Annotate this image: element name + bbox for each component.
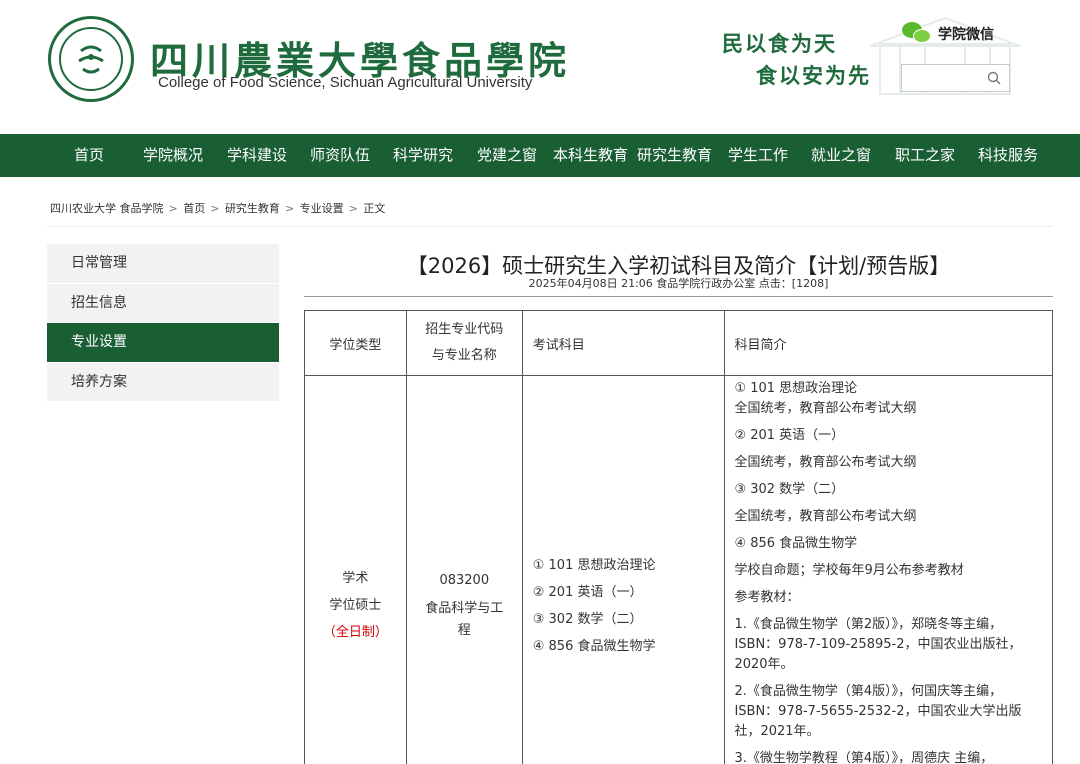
degree-type-cell: 学术 学位硕士 （全日制） bbox=[304, 375, 407, 764]
breadcrumb-separator: > bbox=[284, 202, 295, 215]
header-major-line1: 招生专业代码 bbox=[425, 322, 504, 337]
exam-subject-item: ② 201 英语（一） bbox=[532, 584, 643, 600]
header-major: 招生专业代码 与专业名称 bbox=[405, 310, 523, 376]
table-header-row: 学位类型 招生专业代码 与专业名称 考试科目 科目简介 bbox=[304, 310, 1053, 376]
nav-item-faculty[interactable]: 师资队伍 bbox=[310, 134, 370, 177]
sidebar-item-programs[interactable]: 专业设置 bbox=[47, 323, 279, 363]
nav-item-student-affairs[interactable]: 学生工作 bbox=[728, 134, 788, 177]
intro-line: ① 101 思想政治理论 bbox=[734, 381, 858, 396]
exam-subject-item: ① 101 思想政治理论 bbox=[532, 557, 656, 573]
intro-line: ④ 856 食品微生物学 bbox=[734, 536, 858, 551]
table-row: 学术 学位硕士 （全日制） 083200 食品科学与工 程 ① 101 思想政治… bbox=[304, 375, 1053, 764]
header-major-line2: 与专业名称 bbox=[431, 348, 497, 363]
wechat-icon bbox=[902, 22, 932, 46]
breadcrumb-divider bbox=[47, 226, 1053, 227]
intro-line: 全国统考，教育部公布考试大纲 bbox=[734, 401, 917, 416]
nav-item-staff[interactable]: 职工之家 bbox=[895, 134, 955, 177]
motto-line-2: 食以安为先 bbox=[756, 63, 871, 88]
intro-line: ② 201 英语（一） bbox=[734, 428, 845, 443]
sidebar-item-daily-management[interactable]: 日常管理 bbox=[47, 244, 279, 284]
search-input[interactable] bbox=[902, 65, 982, 91]
sidebar-item-training-plan[interactable]: 培养方案 bbox=[47, 362, 279, 402]
intro-line: 学校自命题；学校每年9月公布参考教材 bbox=[734, 563, 964, 578]
main-nav: 首页 学院概况 学科建设 师资队伍 科学研究 党建之窗 本科生教育 研究生教育 … bbox=[0, 134, 1080, 177]
nav-item-graduate[interactable]: 研究生教育 bbox=[637, 134, 712, 177]
breadcrumb-item[interactable]: 专业设置 bbox=[300, 202, 344, 215]
degree-line1: 学术 bbox=[342, 571, 369, 586]
breadcrumb-separator: > bbox=[348, 202, 358, 215]
nav-item-home[interactable]: 首页 bbox=[74, 134, 104, 177]
motto-line-1: 民以食为天 bbox=[722, 31, 837, 56]
breadcrumb-item[interactable]: 四川农业大学 食品学院 bbox=[50, 202, 164, 215]
nav-item-employment[interactable]: 就业之窗 bbox=[811, 134, 871, 177]
nav-item-party[interactable]: 党建之窗 bbox=[477, 134, 537, 177]
sidebar-item-admissions[interactable]: 招生信息 bbox=[47, 283, 279, 323]
intro-reference-item: 2.《食品微生物学（第4版）》，何国庆等主编，ISBN：978-7-5655-2… bbox=[734, 684, 1022, 739]
subject-intro-cell: ① 101 思想政治理论 全国统考，教育部公布考试大纲 ② 201 英语（一） … bbox=[724, 375, 1053, 764]
search-icon[interactable] bbox=[987, 71, 1001, 85]
breadcrumb-separator: > bbox=[168, 202, 178, 215]
breadcrumb: 四川农业大学 食品学院 > 首页 > 研究生教育 > 专业设置 > 正文 bbox=[50, 200, 387, 216]
major-name-line1: 食品科学与工 bbox=[425, 600, 504, 616]
article-divider bbox=[304, 296, 1053, 297]
breadcrumb-item-current: 正文 bbox=[363, 202, 386, 215]
intro-line: 全国统考，教育部公布考试大纲 bbox=[734, 455, 917, 470]
breadcrumb-separator: > bbox=[210, 202, 220, 215]
nav-item-about[interactable]: 学院概况 bbox=[143, 134, 203, 177]
nav-item-undergrad[interactable]: 本科生教育 bbox=[553, 134, 628, 177]
university-seal-logo[interactable] bbox=[48, 16, 134, 102]
wechat-link[interactable]: 学院微信 bbox=[902, 22, 994, 46]
nav-item-research[interactable]: 科学研究 bbox=[393, 134, 453, 177]
intro-reference-item: 1.《食品微生物学（第2版）》，郑晓冬等主编，ISBN：978-7-109-25… bbox=[734, 617, 1022, 672]
breadcrumb-item[interactable]: 研究生教育 bbox=[225, 202, 280, 215]
search-box bbox=[901, 64, 1010, 92]
major-code: 083200 bbox=[439, 572, 490, 588]
breadcrumb-item[interactable]: 首页 bbox=[183, 202, 205, 215]
header-subject-intro: 科目简介 bbox=[724, 310, 1053, 376]
intro-line: 全国统考，教育部公布考试大纲 bbox=[734, 509, 917, 524]
wechat-label: 学院微信 bbox=[938, 27, 994, 43]
header-exam-subjects: 考试科目 bbox=[521, 310, 726, 376]
sidebar: 日常管理 招生信息 专业设置 培养方案 bbox=[47, 244, 279, 402]
exam-subject-item: ③ 302 数学（二） bbox=[532, 611, 643, 627]
nav-item-tech-service[interactable]: 科技服务 bbox=[978, 134, 1038, 177]
header-degree-type: 学位类型 bbox=[304, 310, 407, 376]
intro-line: 参考教材： bbox=[734, 590, 800, 605]
intro-reference-item: 3.《微生物学教程（第4版）》，周德庆 主编， bbox=[734, 751, 994, 764]
major-cell: 083200 食品科学与工 程 bbox=[405, 375, 523, 764]
nav-item-disciplines[interactable]: 学科建设 bbox=[227, 134, 287, 177]
degree-line2: 学位硕士 bbox=[329, 598, 382, 613]
exam-subject-item: ④ 856 食品微生物学 bbox=[532, 638, 656, 654]
exam-subjects-cell: ① 101 思想政治理论 ② 201 英语（一） ③ 302 数学（二） ④ 8… bbox=[521, 375, 726, 764]
degree-fulltime-label: （全日制） bbox=[322, 625, 388, 640]
major-name-line2: 程 bbox=[457, 622, 471, 638]
intro-line: ③ 302 数学（二） bbox=[734, 482, 845, 497]
college-subtitle: College of Food Science, Sichuan Agricul… bbox=[158, 74, 533, 91]
exam-subjects-table: 学位类型 招生专业代码 与专业名称 考试科目 科目简介 学术 学位硕士 （全日制… bbox=[304, 310, 1053, 764]
site-header: 四川農業大學食品學院 College of Food Science, Sich… bbox=[0, 0, 1080, 134]
article-meta: 2025年04月08日 21:06 食品学院行政办公室 点击：[1208] bbox=[528, 277, 829, 290]
